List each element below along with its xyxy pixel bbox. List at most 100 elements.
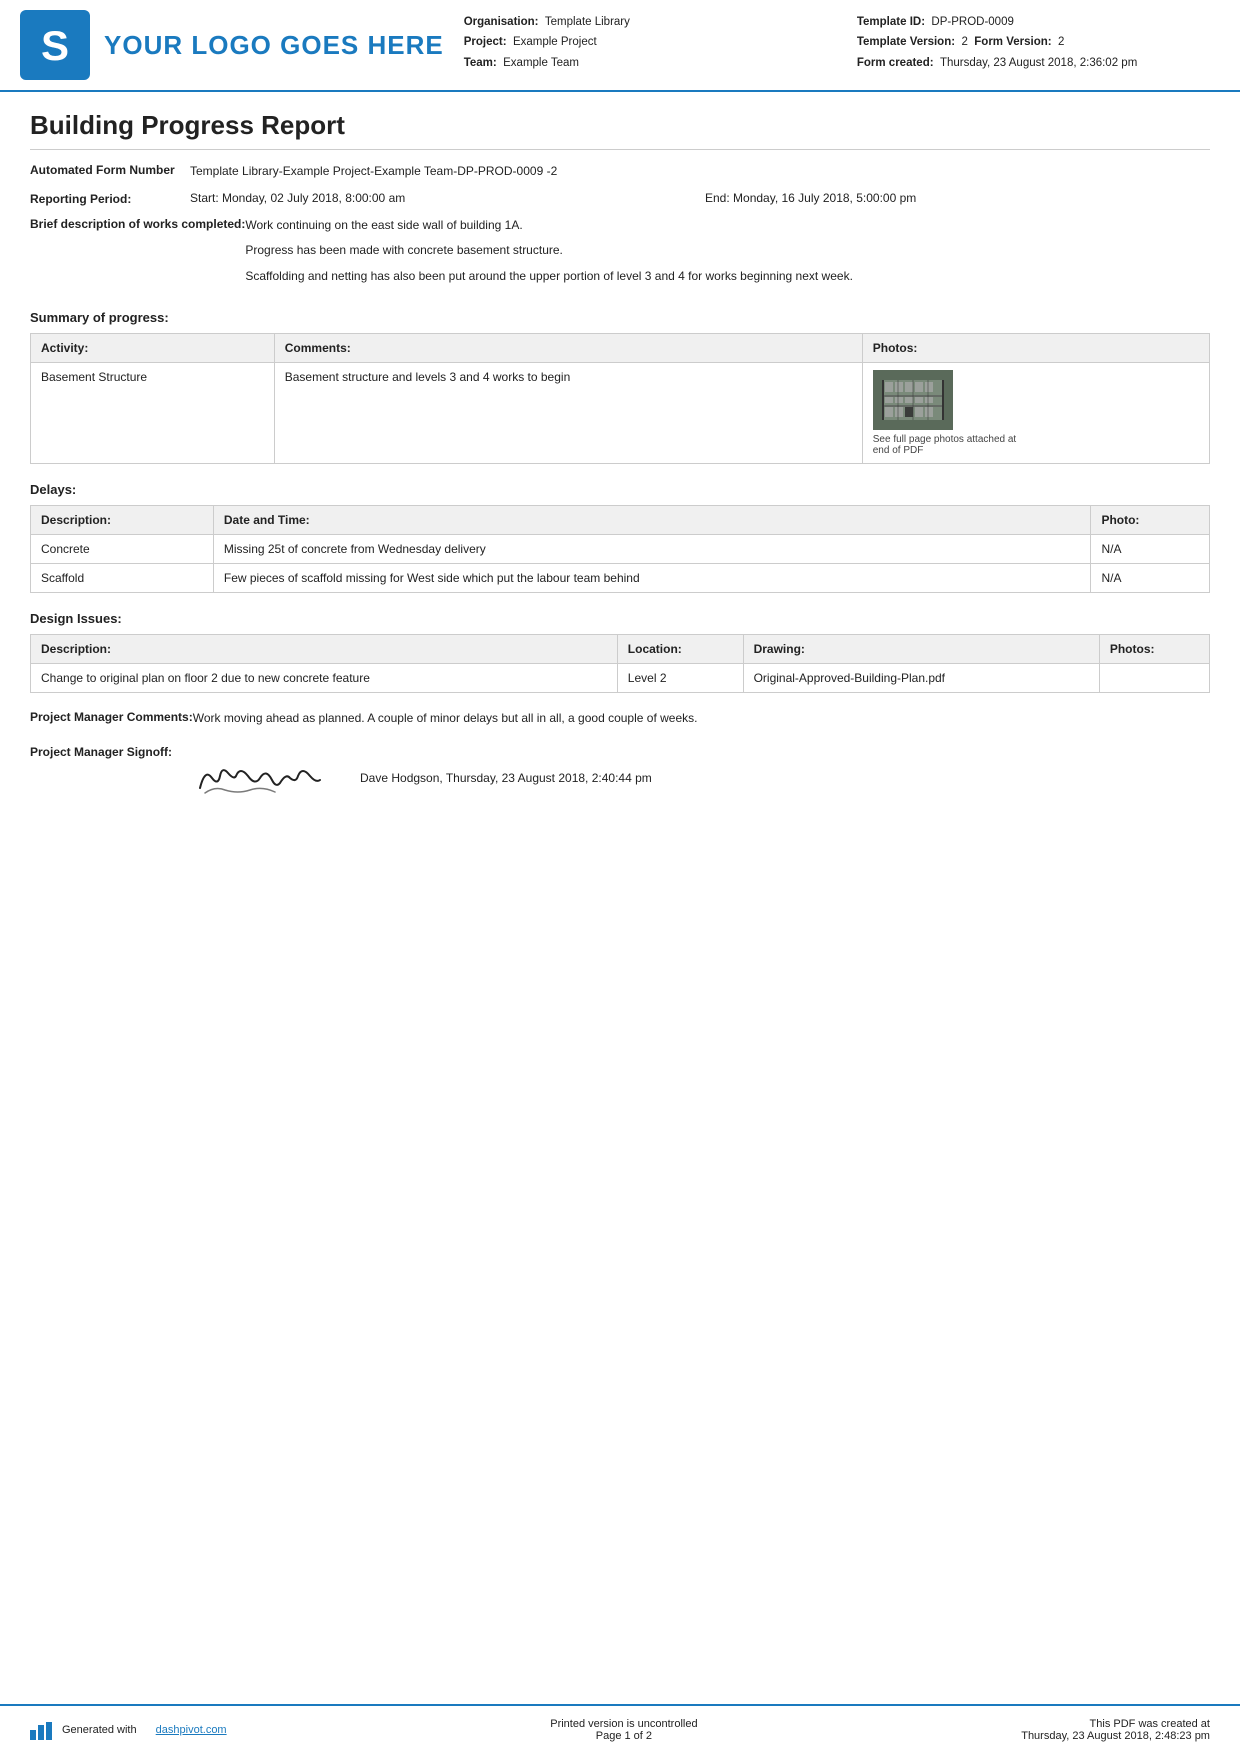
delay-2-datetime: Few pieces of scaffold missing for West …	[213, 563, 1091, 592]
delays-col-datetime: Date and Time:	[213, 505, 1091, 534]
signature-area: Dave Hodgson, Thursday, 23 August 2018, …	[190, 748, 652, 808]
brief-desc-line-2: Progress has been made with concrete bas…	[245, 241, 1210, 260]
delay-1-photo: N/A	[1091, 534, 1210, 563]
delay-1-desc: Concrete	[31, 534, 214, 563]
reporting-period-value: Start: Monday, 02 July 2018, 8:00:00 am …	[190, 191, 1210, 205]
summary-section-title: Summary of progress:	[30, 310, 1210, 325]
design-1-location: Level 2	[617, 663, 743, 692]
pm-comments-label: Project Manager Comments:	[30, 709, 193, 724]
automated-form-label: Automated Form Number	[30, 162, 190, 177]
design-1-drawing: Original-Approved-Building-Plan.pdf	[743, 663, 1099, 692]
summary-activity: Basement Structure	[31, 362, 275, 463]
photo-thumbnail	[873, 370, 953, 430]
form-created-line: Form created: Thursday, 23 August 2018, …	[857, 55, 1210, 72]
delays-col-description: Description:	[31, 505, 214, 534]
template-version-value: 2	[961, 36, 967, 48]
footer-pdf-created-date: Thursday, 23 August 2018, 2:48:23 pm	[1021, 1730, 1210, 1742]
footer-right: This PDF was created at Thursday, 23 Aug…	[1021, 1718, 1210, 1742]
project-line: Project: Example Project	[464, 34, 817, 51]
delay-2-photo: N/A	[1091, 563, 1210, 592]
svg-text:S: S	[41, 22, 69, 69]
template-id-line: Template ID: DP-PROD-0009	[857, 14, 1210, 31]
main-content: Building Progress Report Automated Form …	[0, 92, 1240, 918]
header-meta-left: Organisation: Template Library Project: …	[464, 14, 817, 75]
page-footer: Generated with dashpivot.com Printed ver…	[0, 1704, 1240, 1754]
reporting-period-end: End: Monday, 16 July 2018, 5:00:00 pm	[705, 191, 1210, 205]
reporting-period-start: Start: Monday, 02 July 2018, 8:00:00 am	[190, 191, 695, 205]
brief-desc-row: Brief description of works completed: Wo…	[30, 216, 1210, 292]
footer-page-text: Page 1 of 2	[550, 1730, 697, 1742]
delay-1-datetime: Missing 25t of concrete from Wednesday d…	[213, 534, 1091, 563]
report-title: Building Progress Report	[30, 110, 1210, 150]
template-id-label: Template ID:	[857, 16, 925, 28]
pm-comments-label-text: Project Manager Comments:	[30, 710, 193, 724]
brief-desc-line-1: Work continuing on the east side wall of…	[245, 216, 1210, 235]
reporting-period-row: Reporting Period: Start: Monday, 02 July…	[30, 191, 1210, 206]
footer-link[interactable]: dashpivot.com	[156, 1724, 227, 1736]
design-issues-table: Description: Location: Drawing: Photos: …	[30, 634, 1210, 693]
reporting-period-label: Reporting Period:	[30, 191, 190, 206]
delays-table: Description: Date and Time: Photo: Concr…	[30, 505, 1210, 593]
delays-col-photo: Photo:	[1091, 505, 1210, 534]
footer-left: Generated with dashpivot.com	[30, 1720, 227, 1740]
summary-col-photos: Photos:	[862, 333, 1209, 362]
pm-signoff-row: Project Manager Signoff: Dave Hodgson, T…	[30, 744, 1210, 808]
team-value: Example Team	[503, 57, 579, 69]
logo-text: YOUR LOGO GOES HERE	[104, 31, 444, 60]
pm-comments-row: Project Manager Comments: Work moving ah…	[30, 709, 1210, 728]
template-id-value: DP-PROD-0009	[931, 16, 1013, 28]
template-version-label: Template Version:	[857, 36, 955, 48]
design-col-drawing: Drawing:	[743, 634, 1099, 663]
form-version-value: 2	[1058, 36, 1064, 48]
design-issues-header-row: Description: Location: Drawing: Photos:	[31, 634, 1210, 663]
page-header: S YOUR LOGO GOES HERE Organisation: Temp…	[0, 0, 1240, 92]
brief-desc-value: Work continuing on the east side wall of…	[245, 216, 1210, 292]
logo-icon: S	[20, 10, 90, 80]
table-row: Concrete Missing 25t of concrete from We…	[31, 534, 1210, 563]
header-meta-right: Template ID: DP-PROD-0009 Template Versi…	[857, 14, 1210, 75]
footer-generated-text: Generated with	[62, 1724, 137, 1736]
summary-photos-cell: See full page photos attached at end of …	[862, 362, 1209, 463]
team-line: Team: Example Team	[464, 55, 817, 72]
summary-col-comments: Comments:	[274, 333, 862, 362]
table-row: Basement Structure Basement structure an…	[31, 362, 1210, 463]
design-issues-section-title: Design Issues:	[30, 611, 1210, 626]
footer-printed-text: Printed version is uncontrolled	[550, 1718, 697, 1730]
delays-section-title: Delays:	[30, 482, 1210, 497]
design-1-photos	[1099, 663, 1209, 692]
signature-svg	[190, 748, 330, 808]
delays-header-row: Description: Date and Time: Photo:	[31, 505, 1210, 534]
form-created-value: Thursday, 23 August 2018, 2:36:02 pm	[940, 57, 1137, 69]
pm-comments-value: Work moving ahead as planned. A couple o…	[193, 709, 1210, 728]
pm-signoff-label: Project Manager Signoff:	[30, 744, 190, 759]
photo-caption: See full page photos attached at end of …	[873, 434, 1033, 456]
org-label: Organisation:	[464, 16, 539, 28]
summary-header-row: Activity: Comments: Photos:	[31, 333, 1210, 362]
delay-2-desc: Scaffold	[31, 563, 214, 592]
design-col-location: Location:	[617, 634, 743, 663]
pm-signoff-label-text: Project Manager Signoff:	[30, 745, 172, 759]
design-col-description: Description:	[31, 634, 618, 663]
summary-comments: Basement structure and levels 3 and 4 wo…	[274, 362, 862, 463]
footer-center: Printed version is uncontrolled Page 1 o…	[550, 1718, 697, 1742]
logo-area: S YOUR LOGO GOES HERE	[20, 10, 444, 80]
design-1-desc: Change to original plan on floor 2 due t…	[31, 663, 618, 692]
dashpivot-icon	[30, 1720, 54, 1740]
org-value: Template Library	[545, 16, 630, 28]
template-version-line: Template Version: 2 Form Version: 2	[857, 34, 1210, 51]
automated-form-value: Template Library-Example Project-Example…	[190, 162, 1210, 181]
team-label: Team:	[464, 57, 497, 69]
brief-desc-line-3: Scaffolding and netting has also been pu…	[245, 267, 1210, 286]
pm-signoff-info: Dave Hodgson, Thursday, 23 August 2018, …	[360, 771, 652, 785]
design-col-photos: Photos:	[1099, 634, 1209, 663]
table-row: Change to original plan on floor 2 due t…	[31, 663, 1210, 692]
project-label: Project:	[464, 36, 507, 48]
automated-form-row: Automated Form Number Template Library-E…	[30, 162, 1210, 181]
footer-pdf-created-text: This PDF was created at	[1021, 1718, 1210, 1730]
project-value: Example Project	[513, 36, 597, 48]
summary-table: Activity: Comments: Photos: Basement Str…	[30, 333, 1210, 464]
form-version-label: Form Version:	[974, 36, 1051, 48]
brief-desc-label: Brief description of works completed:	[30, 216, 245, 231]
form-created-label: Form created:	[857, 57, 934, 69]
table-row: Scaffold Few pieces of scaffold missing …	[31, 563, 1210, 592]
